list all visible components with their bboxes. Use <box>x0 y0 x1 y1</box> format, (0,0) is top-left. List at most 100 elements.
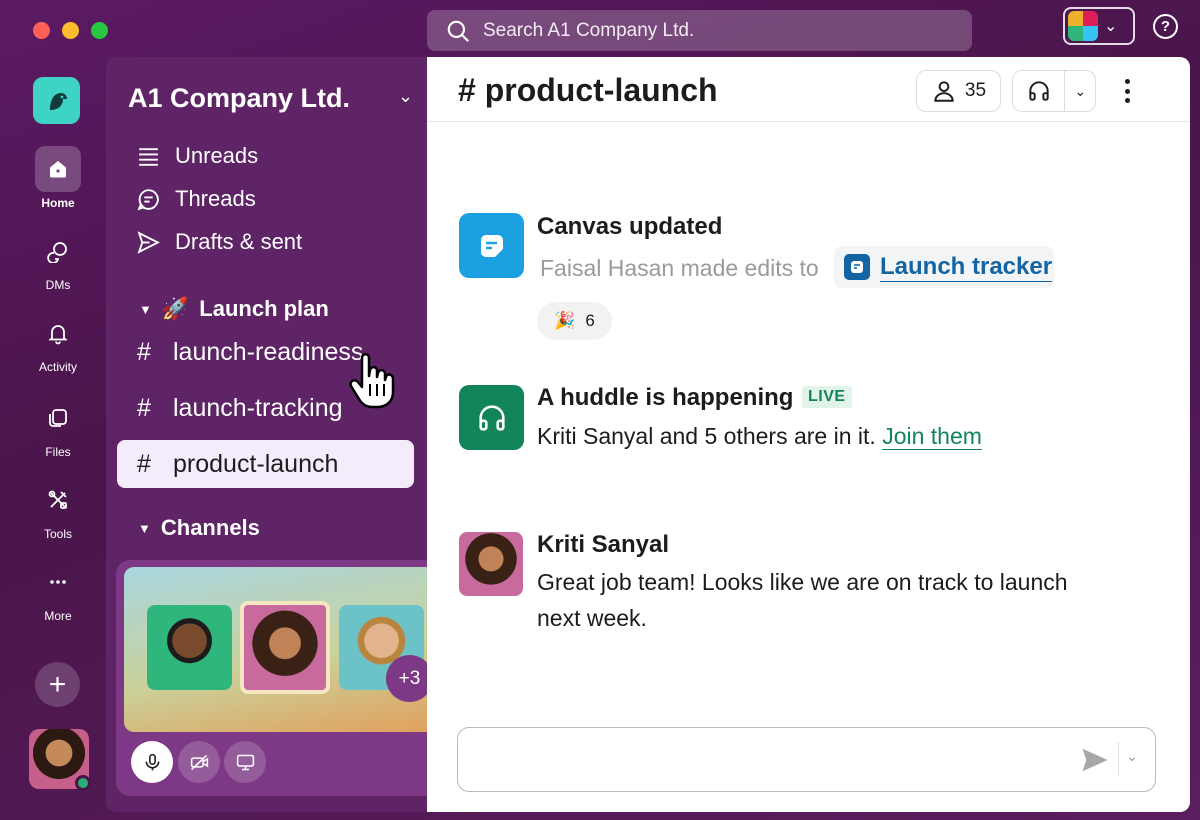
huddle-app-icon <box>459 385 524 450</box>
huddle-button[interactable]: ⌄ <box>1012 70 1096 112</box>
search-bar[interactable]: Search A1 Company Ltd. <box>427 10 972 51</box>
sidebar-item-unreads[interactable]: Unreads <box>136 143 258 169</box>
chevron-down-icon: ⌄ <box>1104 18 1118 35</box>
bird-logo-icon <box>49 92 67 110</box>
message-text: Faisal Hasan made edits to <box>540 255 819 281</box>
tools-icon <box>48 490 67 509</box>
video-off-icon <box>190 754 208 770</box>
join-huddle-link[interactable]: Join them <box>882 423 982 450</box>
more-options-icon[interactable] <box>1115 76 1139 106</box>
rail-more-label: More <box>44 609 72 623</box>
section-label: Launch plan <box>199 296 329 321</box>
window-controls <box>33 22 108 39</box>
section-launch-plan[interactable]: ▼ 🚀 Launch plan <box>139 296 329 322</box>
headphones-icon <box>478 404 505 431</box>
chevron-down-icon[interactable]: ⌄ <box>1065 83 1095 100</box>
avatar[interactable] <box>459 532 523 596</box>
canvas-link[interactable]: Launch tracker <box>834 246 1054 288</box>
channel-label: product-launch <box>173 449 339 478</box>
workspace-icon[interactable] <box>33 77 80 124</box>
send-icon <box>137 230 160 254</box>
message-title: Canvas updated <box>537 213 723 240</box>
rail-home[interactable]: Home <box>22 146 94 210</box>
caret-down-icon: ▼ <box>138 520 151 536</box>
party-emoji: 🎉 <box>554 311 576 330</box>
message-text-line: next week. <box>537 605 647 631</box>
message-author[interactable]: Kriti Sanyal <box>537 531 669 559</box>
rail-dms-label: DMs <box>45 278 71 292</box>
hash-icon: # <box>137 393 151 422</box>
rail-activity-label: Activity <box>38 360 77 374</box>
more-icon <box>50 580 66 584</box>
workspace-logo-icon <box>1068 11 1098 41</box>
threads-icon <box>137 188 159 210</box>
video-toggle-button[interactable] <box>178 741 220 783</box>
send-divider <box>1118 742 1119 776</box>
channel-label: launch-readiness <box>173 337 364 366</box>
reaction-button[interactable]: 🎉 6 <box>537 302 612 340</box>
rail-tools[interactable]: Tools <box>22 477 94 541</box>
hash-icon: # <box>137 449 151 478</box>
header-divider <box>427 121 1190 122</box>
files-icon <box>49 409 67 427</box>
message-text-line: Great job team! Looks like we are on tra… <box>537 569 1068 595</box>
canvas-icon <box>480 234 503 257</box>
sidebar-item-label: Unreads <box>175 143 259 168</box>
microphone-icon <box>145 753 159 770</box>
add-button[interactable]: + <box>35 662 80 707</box>
dms-icon <box>47 242 67 263</box>
message-input[interactable] <box>457 727 1156 792</box>
unreads-icon <box>139 147 158 166</box>
huddle-participants-text: Kriti Sanyal and 5 others are in it. <box>537 423 876 449</box>
help-button[interactable]: ? <box>1153 14 1178 39</box>
more-participants-badge[interactable]: +3 <box>386 655 433 702</box>
rail-files[interactable]: Files <box>22 395 94 459</box>
zoom-window-button[interactable] <box>91 22 108 39</box>
channel-product-launch[interactable]: # product-launch <box>117 440 414 488</box>
search-icon <box>447 20 470 42</box>
hand-cursor-icon <box>349 353 395 409</box>
rail-home-label: Home <box>41 196 75 210</box>
section-channels[interactable]: ▼ Channels <box>138 515 260 541</box>
chevron-down-icon[interactable]: ⌄ <box>1126 748 1138 765</box>
sidebar-item-drafts[interactable]: Drafts & sent <box>136 229 302 255</box>
sidebar-item-threads[interactable]: Threads <box>136 186 256 212</box>
participant-avatar <box>147 605 232 690</box>
participant-avatar-speaking <box>240 601 330 694</box>
channel-title[interactable]: # product-launch <box>458 72 718 109</box>
rocket-emoji: 🚀 <box>161 296 190 321</box>
workspace-switcher[interactable]: ⌄ <box>1063 7 1135 45</box>
monitor-icon <box>236 754 254 770</box>
rail-activity[interactable]: Activity <box>22 310 94 374</box>
minimize-window-button[interactable] <box>62 22 79 39</box>
rail-more[interactable]: More <box>22 559 94 623</box>
member-count: 35 <box>964 80 987 101</box>
search-placeholder: Search A1 Company Ltd. <box>483 19 695 41</box>
headphones-icon <box>1029 81 1049 101</box>
screen-share-button[interactable] <box>224 741 266 783</box>
bell-icon <box>48 325 68 345</box>
message-text: Kriti Sanyal and 5 others are in it. Joi… <box>537 418 982 454</box>
rail-dms[interactable]: DMs <box>22 228 94 292</box>
sidebar-item-label: Threads <box>175 186 256 211</box>
canvas-app-icon <box>459 213 524 278</box>
rail-tools-label: Tools <box>43 527 72 541</box>
presence-indicator <box>75 775 91 791</box>
mic-toggle-button[interactable] <box>131 741 173 783</box>
members-button[interactable]: 35 <box>916 70 1001 112</box>
canvas-icon <box>844 254 870 280</box>
section-label: Channels <box>160 515 260 540</box>
sidebar-item-label: Drafts & sent <box>175 229 303 254</box>
message-title: A huddle is happening <box>537 384 794 411</box>
home-icon <box>50 161 66 178</box>
workspace-menu-chevron-icon[interactable]: ⌄ <box>398 86 413 107</box>
hash-icon: # <box>137 337 151 366</box>
send-icon[interactable] <box>1080 745 1110 775</box>
caret-down-icon: ▼ <box>139 301 152 317</box>
workspace-name[interactable]: A1 Company Ltd. <box>128 83 350 114</box>
rail-files-label: Files <box>45 445 71 459</box>
close-window-button[interactable] <box>33 22 50 39</box>
reaction-count: 6 <box>585 311 595 330</box>
live-badge: LIVE <box>802 386 852 408</box>
channel-label: launch-tracking <box>173 393 343 422</box>
